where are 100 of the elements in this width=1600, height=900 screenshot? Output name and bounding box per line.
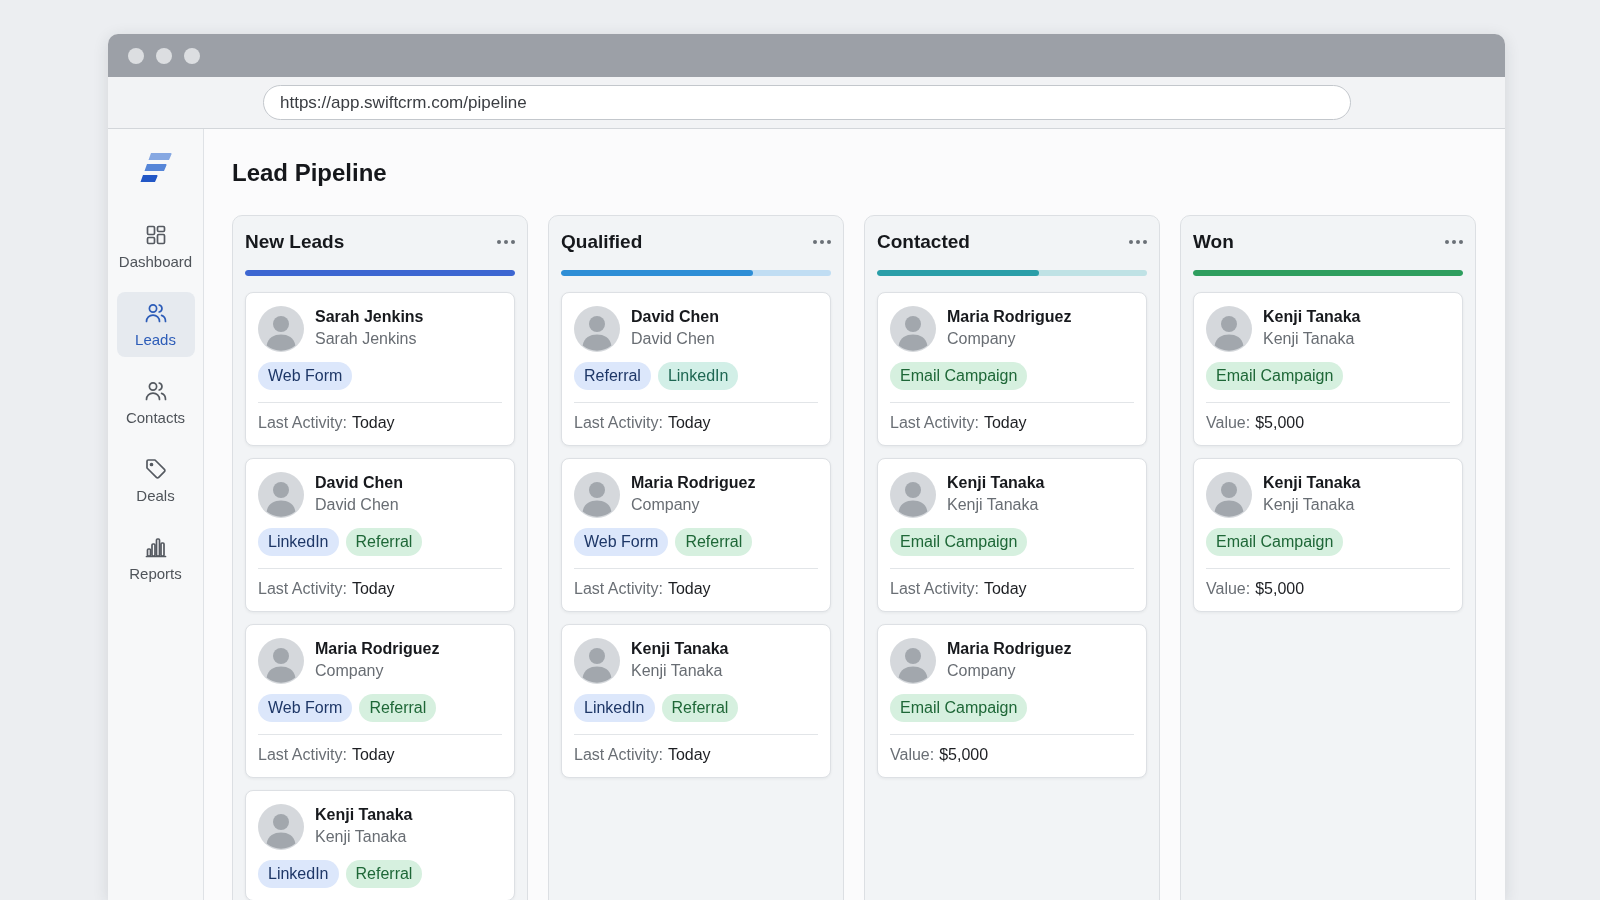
lead-card[interactable]: Kenji Tanaka Kenji Tanaka Email Campaign Value: $5,000 bbox=[1193, 458, 1463, 612]
lead-name: Maria Rodriguez bbox=[315, 639, 440, 659]
meta-value: Today bbox=[983, 413, 1027, 433]
avatar-icon bbox=[1206, 306, 1252, 352]
meta-label: Value: bbox=[1206, 579, 1251, 599]
lead-card[interactable]: David Chen David Chen Referral LinkedIn Last Activity: Today bbox=[561, 292, 831, 446]
meta-value: Today bbox=[667, 579, 711, 599]
lead-card[interactable]: Kenji Tanaka Kenji Tanaka LinkedIn Referral bbox=[245, 790, 515, 900]
meta-value: $5,000 bbox=[939, 745, 989, 765]
meta-value: $5,000 bbox=[1255, 413, 1305, 433]
lead-subtitle: David Chen bbox=[315, 495, 400, 515]
avatar-icon bbox=[890, 638, 936, 684]
source-tag: Referral bbox=[675, 528, 753, 556]
source-tag: Email Campaign bbox=[890, 362, 1028, 390]
lead-name: Kenji Tanaka bbox=[947, 473, 1045, 493]
avatar-icon bbox=[890, 472, 936, 518]
lead-subtitle: Kenji Tanaka bbox=[1263, 329, 1356, 349]
meta-label: Last Activity: bbox=[258, 413, 347, 433]
lead-subtitle: Company bbox=[315, 661, 385, 681]
lead-name: Sarah Jenkins bbox=[315, 307, 424, 327]
lead-subtitle: Kenji Tanaka bbox=[947, 495, 1040, 515]
avatar-icon bbox=[258, 472, 304, 518]
more-icon[interactable] bbox=[1129, 240, 1147, 244]
lead-name: Maria Rodriguez bbox=[947, 307, 1072, 327]
tag-icon bbox=[143, 457, 168, 481]
lead-name: David Chen bbox=[315, 473, 403, 493]
lead-subtitle: Sarah Jenkins bbox=[315, 329, 418, 349]
users-icon bbox=[143, 379, 168, 403]
source-tag: LinkedIn bbox=[258, 860, 339, 888]
nav-item[interactable]: Deals bbox=[116, 448, 195, 513]
meta-label: Value: bbox=[1206, 413, 1251, 433]
meta-value: Today bbox=[667, 745, 711, 765]
meta-label: Last Activity: bbox=[574, 413, 663, 433]
lead-name: David Chen bbox=[631, 307, 719, 327]
users-icon bbox=[143, 301, 168, 325]
source-tag: Referral bbox=[345, 528, 423, 556]
more-icon[interactable] bbox=[1445, 240, 1463, 244]
bar-chart-icon bbox=[143, 535, 168, 559]
meta-label: Last Activity: bbox=[890, 413, 979, 433]
meta-label: Last Activity: bbox=[258, 579, 347, 599]
source-tag: Referral bbox=[574, 362, 651, 390]
lead-name: Maria Rodriguez bbox=[947, 639, 1072, 659]
source-tag: LinkedIn bbox=[657, 362, 739, 390]
lead-card[interactable]: Sarah Jenkins Sarah Jenkins Web Form Last Activity: Today bbox=[245, 292, 515, 446]
source-tag: Email Campaign bbox=[1206, 362, 1344, 390]
lead-subtitle: Company bbox=[631, 495, 701, 515]
page-title: Lead Pipeline bbox=[232, 158, 388, 188]
source-tag: Referral bbox=[359, 694, 437, 722]
lead-card[interactable]: Maria Rodriguez Company Email Campaign Value: $5,000 bbox=[877, 624, 1147, 778]
meta-label: Last Activity: bbox=[574, 579, 663, 599]
nav-item[interactable]: Leads bbox=[116, 292, 195, 357]
lead-card[interactable]: Maria Rodriguez Company Web Form Referral Last Activity: Today bbox=[245, 624, 515, 778]
avatar-icon bbox=[258, 306, 304, 352]
meta-label: Last Activity: bbox=[574, 745, 663, 765]
lead-name: Kenji Tanaka bbox=[1263, 307, 1361, 327]
source-tag: Web Form bbox=[258, 362, 353, 390]
source-tag: Email Campaign bbox=[890, 528, 1028, 556]
column-title: New Leads bbox=[245, 230, 345, 254]
lead-card[interactable]: Kenji Tanaka Kenji Tanaka Email Campaign Last Activity: Today bbox=[877, 458, 1147, 612]
meta-value: Today bbox=[351, 413, 395, 433]
source-tag: Email Campaign bbox=[1206, 528, 1344, 556]
meta-value: Today bbox=[667, 413, 711, 433]
avatar-icon bbox=[574, 472, 620, 518]
lead-subtitle: Kenji Tanaka bbox=[315, 827, 408, 847]
logo-icon[interactable] bbox=[139, 153, 172, 183]
lead-subtitle: Kenji Tanaka bbox=[631, 661, 724, 681]
source-tag: Referral bbox=[345, 860, 423, 888]
lead-subtitle: David Chen bbox=[631, 329, 716, 349]
lead-subtitle: Kenji Tanaka bbox=[1263, 495, 1356, 515]
meta-label: Last Activity: bbox=[890, 579, 979, 599]
source-tag: Referral bbox=[661, 694, 739, 722]
nav-item[interactable]: Reports bbox=[116, 526, 195, 591]
meta-value: Today bbox=[351, 745, 395, 765]
more-icon[interactable] bbox=[497, 240, 515, 244]
nav-item[interactable]: Contacts bbox=[116, 370, 195, 435]
source-tag: Web Form bbox=[258, 694, 353, 722]
avatar-icon bbox=[258, 638, 304, 684]
meta-label: Value: bbox=[890, 745, 935, 765]
lead-card[interactable]: Kenji Tanaka Kenji Tanaka Email Campaign Value: $5,000 bbox=[1193, 292, 1463, 446]
lead-card[interactable]: Maria Rodriguez Company Email Campaign Last Activity: Today bbox=[877, 292, 1147, 446]
source-tag: Email Campaign bbox=[890, 694, 1028, 722]
lead-card[interactable]: Kenji Tanaka Kenji Tanaka LinkedIn Referral Last Activity: Today bbox=[561, 624, 831, 778]
lead-subtitle: Company bbox=[947, 329, 1017, 349]
column-title: Won bbox=[1193, 230, 1234, 254]
meta-value: Today bbox=[983, 579, 1027, 599]
source-tag: LinkedIn bbox=[258, 528, 339, 556]
column-title: Qualified bbox=[561, 230, 643, 254]
avatar-icon bbox=[574, 638, 620, 684]
lead-name: Maria Rodriguez bbox=[631, 473, 756, 493]
avatar-icon bbox=[258, 804, 304, 850]
avatar-icon bbox=[890, 306, 936, 352]
meta-value: Today bbox=[351, 579, 395, 599]
source-tag: Web Form bbox=[574, 528, 669, 556]
lead-card[interactable]: David Chen David Chen LinkedIn Referral Last Activity: Today bbox=[245, 458, 515, 612]
meta-label: Last Activity: bbox=[258, 745, 347, 765]
source-tag: LinkedIn bbox=[574, 694, 655, 722]
more-icon[interactable] bbox=[813, 240, 831, 244]
address-field[interactable]: https://app.swiftcrm.com/pipeline bbox=[263, 85, 1351, 120]
lead-card[interactable]: Maria Rodriguez Company Web Form Referral Last Activity: Today bbox=[561, 458, 831, 612]
nav-item[interactable]: Dashboard bbox=[116, 214, 195, 279]
